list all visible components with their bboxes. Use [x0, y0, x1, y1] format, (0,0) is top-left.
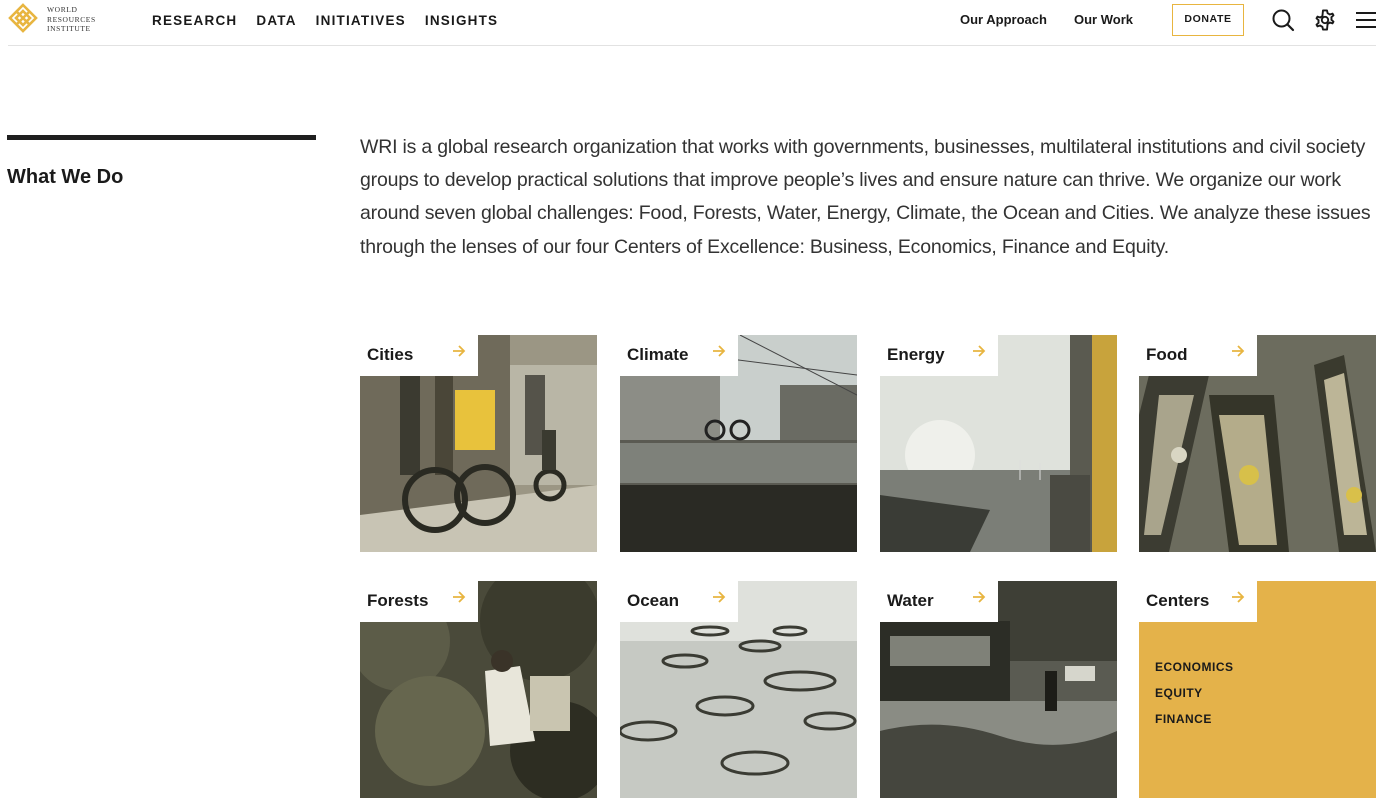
nav-our-approach[interactable]: Our Approach: [960, 12, 1047, 27]
tile-label: Ocean: [627, 591, 679, 610]
arrow-right-icon: [1232, 345, 1245, 357]
tile-label: Food: [1146, 345, 1188, 364]
tile-label-box: Climate: [620, 335, 738, 376]
arrow-right-icon: [973, 345, 986, 357]
tile-label: Climate: [627, 345, 689, 364]
main-nav: RESEARCH DATA INITIATIVES INSIGHTS: [152, 13, 517, 28]
tile-label: Energy: [887, 345, 945, 364]
tile-label: Centers: [1146, 591, 1210, 610]
menu-icon[interactable]: [1354, 8, 1378, 32]
tile-food[interactable]: Food: [1139, 335, 1376, 552]
centers-link-finance[interactable]: FINANCE: [1155, 712, 1234, 726]
nav-our-work[interactable]: Our Work: [1074, 12, 1133, 27]
arrow-right-icon: [973, 591, 986, 603]
donate-button[interactable]: DONATE: [1172, 4, 1244, 36]
nav-initiatives[interactable]: INITIATIVES: [316, 13, 406, 28]
header-divider: [8, 45, 1376, 46]
tile-label: Cities: [367, 345, 414, 364]
section-divider: [7, 135, 316, 140]
tile-ocean[interactable]: Ocean: [620, 581, 857, 798]
tile-forests[interactable]: Forests: [360, 581, 597, 798]
arrow-right-icon: [713, 591, 726, 603]
tile-label-box: Cities: [360, 335, 478, 376]
tile-label-box: Food: [1139, 335, 1257, 376]
wri-logo[interactable]: WORLD RESOURCES INSTITUTE: [8, 3, 108, 35]
wri-logo-text: WORLD RESOURCES INSTITUTE: [47, 5, 96, 33]
section-title: What We Do: [7, 166, 124, 188]
tile-water[interactable]: Water: [880, 581, 1117, 798]
tile-label-box: Energy: [880, 335, 998, 376]
tile-label: Water: [887, 591, 934, 610]
site-header: WORLD RESOURCES INSTITUTE RESEARCH DATA …: [0, 0, 1400, 46]
centers-link-economics[interactable]: ECONOMICS: [1155, 660, 1234, 674]
tile-energy[interactable]: Energy: [880, 335, 1117, 552]
tile-climate[interactable]: Climate: [620, 335, 857, 552]
arrow-right-icon: [453, 591, 466, 603]
tile-label-box[interactable]: Centers: [1139, 581, 1257, 622]
gear-icon[interactable]: [1313, 8, 1337, 32]
nav-research[interactable]: RESEARCH: [152, 13, 237, 28]
arrow-right-icon: [1232, 591, 1245, 603]
tile-label: Forests: [367, 591, 429, 610]
arrow-right-icon: [713, 345, 726, 357]
tile-cities[interactable]: Cities: [360, 335, 597, 552]
tile-label-box: Forests: [360, 581, 478, 622]
tile-centers: Centers ECONOMICS EQUITY FINANCE: [1139, 581, 1376, 798]
tile-label-box: Ocean: [620, 581, 738, 622]
centers-link-equity[interactable]: EQUITY: [1155, 686, 1234, 700]
intro-paragraph: WRI is a global research organization th…: [360, 136, 1371, 258]
tile-label-box: Water: [880, 581, 998, 622]
wri-logo-icon: [8, 3, 38, 33]
centers-links: ECONOMICS EQUITY FINANCE: [1155, 660, 1234, 738]
nav-insights[interactable]: INSIGHTS: [425, 13, 498, 28]
arrow-right-icon: [453, 345, 466, 357]
nav-data[interactable]: DATA: [256, 13, 296, 28]
search-icon[interactable]: [1271, 8, 1295, 32]
